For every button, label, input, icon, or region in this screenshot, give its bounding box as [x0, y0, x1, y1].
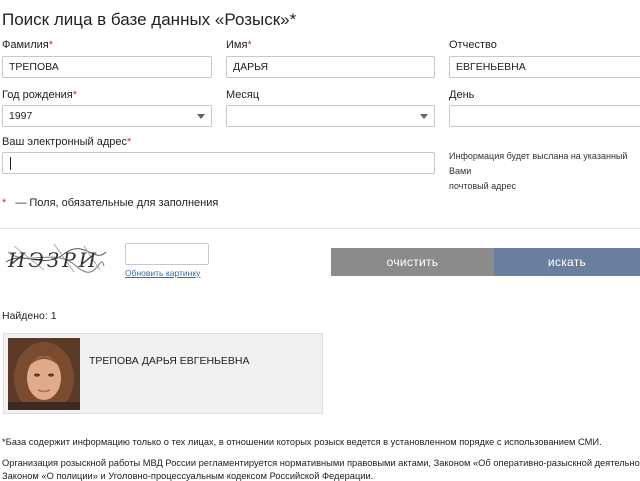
text-cursor — [10, 157, 11, 170]
surname-label-text: Фамилия — [2, 39, 49, 51]
name-required-mark: * — [247, 39, 252, 51]
day-select[interactable] — [449, 105, 640, 127]
footer-law-line1: Организация розыскной работы МВД России … — [2, 458, 640, 468]
birth-year-required-mark: * — [72, 89, 78, 101]
email-hint-line2: почтовый адрес — [449, 181, 516, 191]
found-count: Найдено: 1 — [2, 310, 57, 322]
month-select[interactable] — [226, 105, 435, 127]
patronymic-field[interactable]: ЕВГЕНЬЕВНА — [449, 56, 640, 78]
birth-year-label-text: Год рождения — [2, 89, 73, 101]
page-title: Поиск лица в базе данных «Розыск»* — [2, 10, 296, 30]
email-label-text: Ваш электронный адрес — [2, 136, 127, 148]
footer-disclaimer: *База содержит информацию только о тех л… — [2, 437, 602, 447]
chevron-down-icon — [197, 114, 205, 119]
surname-label: Фамилия* — [2, 39, 53, 51]
birth-year-label: Год рождения* — [2, 89, 77, 101]
day-label: День — [449, 89, 475, 101]
captcha-svg: ИЭЗРИ — [5, 243, 107, 273]
captcha-input[interactable] — [125, 243, 209, 265]
clear-button[interactable]: очистить — [331, 248, 494, 276]
email-hint: Информация будет выслана на указанный Ва… — [449, 149, 640, 194]
email-hint-line1: Информация будет выслана на указанный Ва… — [449, 151, 628, 176]
email-field[interactable] — [2, 152, 435, 174]
name-label-text: Имя — [226, 39, 248, 51]
page-title-text: Поиск лица в базе данных «Розыск» — [2, 10, 290, 29]
name-label: Имя* — [226, 39, 252, 51]
person-photo — [8, 338, 80, 410]
birth-year-value: 1997 — [9, 110, 33, 122]
result-card[interactable]: ТРЕПОВА ДАРЬЯ ЕВГЕНЬЕВНА — [3, 333, 323, 414]
surname-field[interactable]: ТРЕПОВА — [2, 56, 212, 78]
birth-year-select[interactable]: 1997 — [2, 105, 212, 127]
person-photo-svg — [8, 338, 80, 410]
search-button[interactable]: искать — [494, 248, 640, 276]
month-label: Месяц — [226, 89, 260, 101]
email-required-mark: * — [126, 136, 132, 148]
name-field[interactable]: ДАРЬЯ — [226, 56, 435, 78]
required-note-mark: * — [2, 197, 7, 209]
refresh-captcha-link[interactable]: Обновить картинку — [125, 268, 200, 278]
chevron-down-icon — [420, 114, 428, 119]
result-full-name[interactable]: ТРЕПОВА ДАРЬЯ ЕВГЕНЬЕВНА — [89, 355, 250, 367]
divider — [0, 228, 640, 229]
patronymic-label: Отчество — [449, 39, 497, 51]
required-fields-note: * — Поля, обязательные для заполнения — [2, 197, 218, 209]
email-label: Ваш электронный адрес* — [2, 136, 131, 148]
captcha-image: ИЭЗРИ — [4, 240, 108, 276]
required-note-text: — Поля, обязательные для заполнения — [15, 197, 219, 209]
surname-required-mark: * — [48, 39, 53, 51]
page-title-required-mark: * — [289, 10, 297, 29]
captcha-text: ИЭЗРИ — [7, 248, 99, 272]
